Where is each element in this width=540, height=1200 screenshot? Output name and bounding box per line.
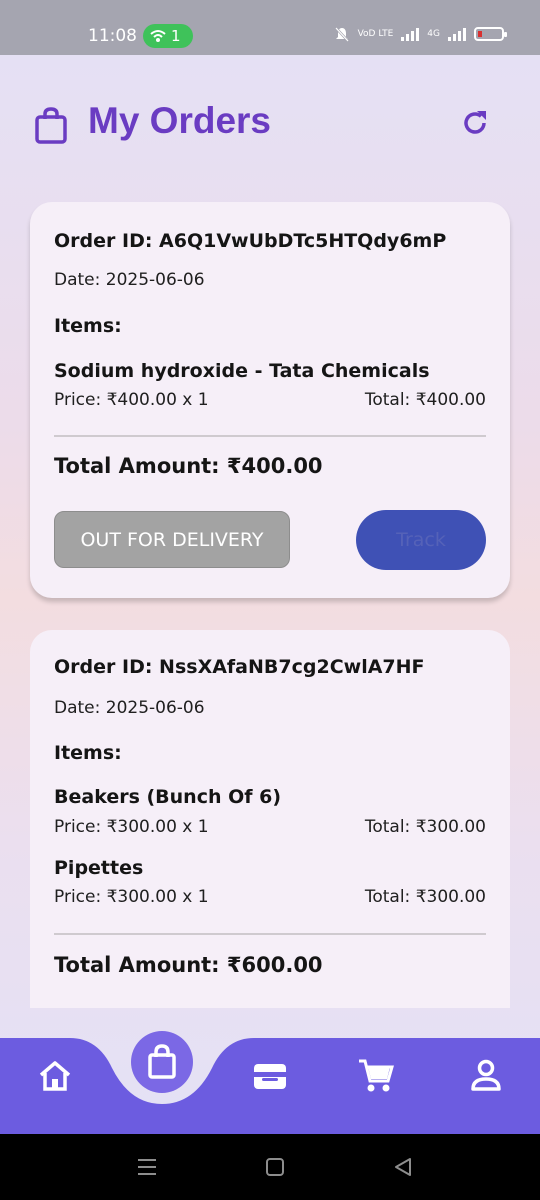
order-id: Order ID: A6Q1VwUbDTc5HTQdy6mP xyxy=(54,230,447,252)
wifi-hotspot-icon xyxy=(150,30,166,42)
volte-label: VoD LTE xyxy=(357,29,394,39)
shopping-bag-icon xyxy=(35,107,67,144)
battery-icon xyxy=(474,27,507,41)
menu-icon[interactable] xyxy=(136,1156,158,1178)
cart-icon[interactable] xyxy=(356,1056,396,1096)
home-square-icon[interactable] xyxy=(264,1156,286,1178)
item-total: Total: ₹300.00 xyxy=(364,817,486,837)
items-heading: Items: xyxy=(54,315,122,337)
mute-bell-icon xyxy=(334,27,349,42)
total-amount: Total Amount: ₹600.00 xyxy=(54,953,323,977)
order-date: Date: 2025-06-06 xyxy=(54,698,205,718)
orders-nav-button[interactable] xyxy=(131,1031,193,1093)
bottom-nav xyxy=(0,1028,540,1134)
item-price: Price: ₹400.00 x 1 xyxy=(54,390,209,410)
profile-icon[interactable] xyxy=(466,1056,506,1096)
shopping-bag-icon xyxy=(148,1044,176,1079)
order-date: Date: 2025-06-06 xyxy=(54,270,205,290)
hotspot-badge: 1 xyxy=(143,24,193,48)
signal-icon-2 xyxy=(448,27,466,41)
page-title: My Orders xyxy=(88,100,272,141)
system-nav-bar xyxy=(0,1134,540,1200)
item-total: Total: ₹300.00 xyxy=(364,887,486,907)
item-name: Beakers (Bunch Of 6) xyxy=(54,786,282,808)
item-name: Sodium hydroxide - Tata Chemicals xyxy=(54,360,430,382)
items-heading: Items: xyxy=(54,742,122,764)
network-type-label: 4G xyxy=(427,29,440,39)
refresh-icon[interactable] xyxy=(458,106,492,140)
signal-icon xyxy=(401,27,420,41)
status-time: 11:08 xyxy=(88,26,137,46)
item-name: Pipettes xyxy=(54,857,144,879)
home-icon[interactable] xyxy=(35,1056,75,1096)
back-icon[interactable] xyxy=(392,1156,414,1178)
order-status-chip: OUT FOR DELIVERY xyxy=(54,511,290,568)
divider xyxy=(54,933,486,935)
track-button[interactable]: Track xyxy=(356,510,486,570)
order-card: Order ID: A6Q1VwUbDTc5HTQdy6mP Date: 202… xyxy=(30,202,510,598)
item-price: Price: ₹300.00 x 1 xyxy=(54,887,209,907)
hotspot-count: 1 xyxy=(171,27,181,45)
order-id: Order ID: NssXAfaNB7cg2CwlA7HF xyxy=(54,656,425,678)
app-header: My Orders xyxy=(0,90,540,160)
wallet-icon[interactable] xyxy=(250,1056,290,1096)
divider xyxy=(54,435,486,437)
item-price: Price: ₹300.00 x 1 xyxy=(54,817,209,837)
order-card: Order ID: NssXAfaNB7cg2CwlA7HF Date: 202… xyxy=(30,630,510,1008)
total-amount: Total Amount: ₹400.00 xyxy=(54,454,323,478)
status-icons: VoD LTE 4G xyxy=(334,26,507,42)
status-bar: 11:08 1 VoD LTE 4G xyxy=(0,0,540,55)
item-total: Total: ₹400.00 xyxy=(364,390,486,410)
